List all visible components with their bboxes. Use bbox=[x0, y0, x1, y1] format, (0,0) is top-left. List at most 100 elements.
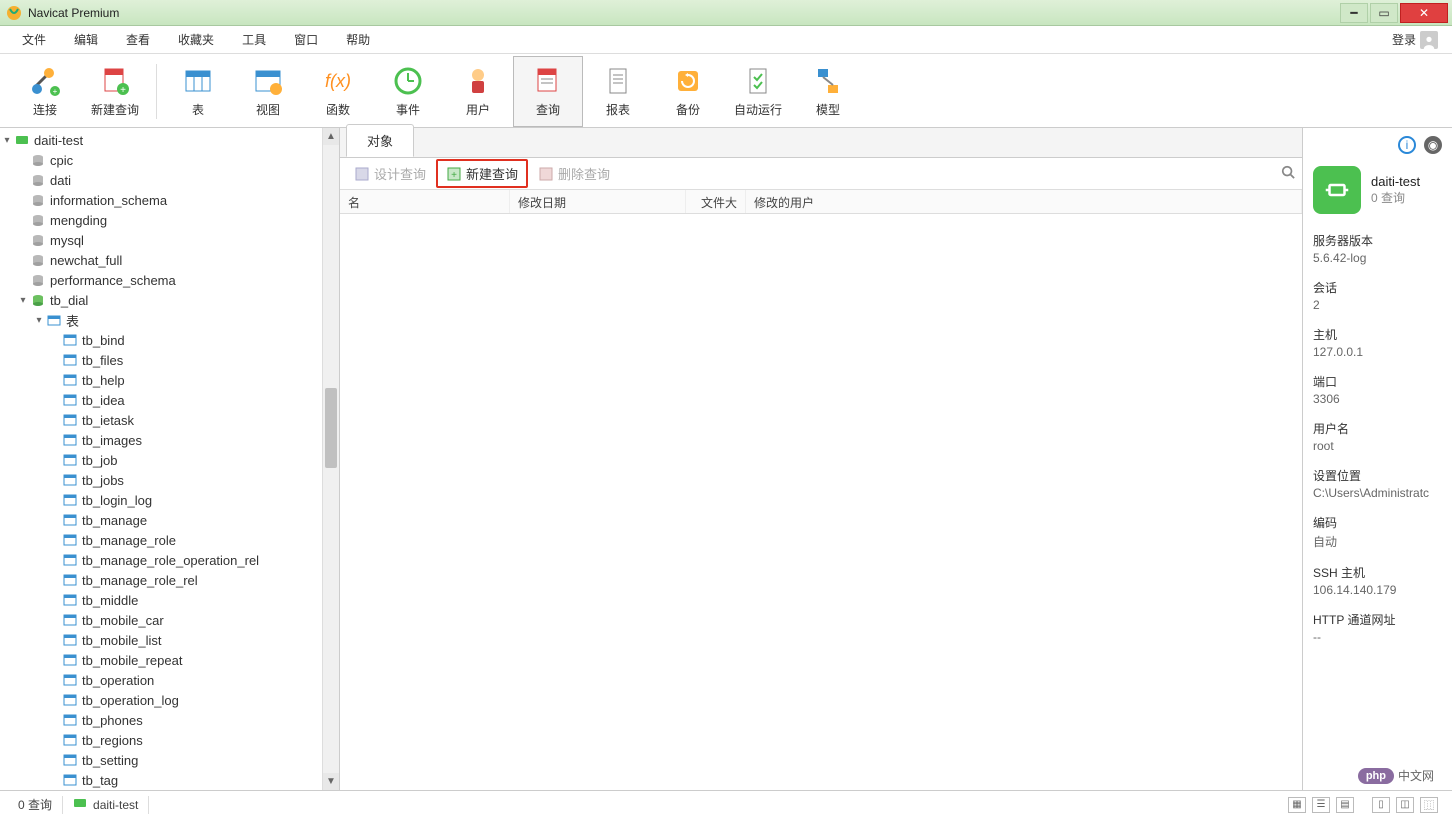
tree-table-tb_operation_log[interactable]: tb_operation_log bbox=[0, 690, 322, 710]
sidebar: ▾daiti-testcpicdatiinformation_schemamen… bbox=[0, 128, 340, 790]
watermark-text: 中文网 bbox=[1398, 767, 1434, 784]
tree-db-tb_dial[interactable]: ▾tb_dial bbox=[0, 290, 322, 310]
toolbar-report-button[interactable]: 报表 bbox=[583, 56, 653, 127]
login-link[interactable]: 登录 bbox=[1386, 29, 1444, 51]
model-icon bbox=[812, 65, 844, 97]
tree-table-tb_jobs[interactable]: tb_jobs bbox=[0, 470, 322, 490]
scroll-thumb[interactable] bbox=[325, 388, 337, 468]
tree-table-tb_manage[interactable]: tb_manage bbox=[0, 510, 322, 530]
toolbar-event-button[interactable]: 事件 bbox=[373, 56, 443, 127]
tree-table-tb_login_log[interactable]: tb_login_log bbox=[0, 490, 322, 510]
tree-db-mengding[interactable]: mengding bbox=[0, 210, 322, 230]
view-icon bbox=[252, 65, 284, 97]
tree-table-tb_mobile_repeat[interactable]: tb_mobile_repeat bbox=[0, 650, 322, 670]
main-toolbar: +连接+新建查询表 视图f(x)函数事件用户查询报表备份自动运行模型 bbox=[0, 54, 1452, 128]
menu-edit[interactable]: 编辑 bbox=[60, 27, 112, 52]
tree-table-tb_manage_role_rel[interactable]: tb_manage_role_rel bbox=[0, 570, 322, 590]
toolbar-view-button[interactable]: 视图 bbox=[233, 56, 303, 127]
tree-table-tb_idea[interactable]: tb_idea bbox=[0, 390, 322, 410]
design-query-button[interactable]: 设计查询 bbox=[346, 161, 434, 186]
tree-table-tb_regions[interactable]: tb_regions bbox=[0, 730, 322, 750]
tree-table-tb_middle[interactable]: tb_middle bbox=[0, 590, 322, 610]
info-panel: i ◉ daiti-test 0 查询 服务器版本5.6.42-log会话2主机… bbox=[1302, 128, 1452, 790]
col-modified-user[interactable]: 修改的用户 bbox=[746, 190, 1302, 213]
tree-table-tb_setting[interactable]: tb_setting bbox=[0, 750, 322, 770]
delete-query-button[interactable]: 删除查询 bbox=[530, 161, 618, 186]
layout-3-icon[interactable]: ⿲ bbox=[1420, 797, 1438, 813]
tree-tables-folder[interactable]: ▾表 bbox=[0, 310, 322, 330]
info-icon[interactable]: i bbox=[1398, 136, 1416, 154]
search-icon[interactable] bbox=[1280, 165, 1296, 182]
login-label: 登录 bbox=[1392, 31, 1416, 48]
status-conn-name: daiti-test bbox=[93, 798, 138, 812]
layout-1-icon[interactable]: ▯ bbox=[1372, 797, 1390, 813]
status-connection: daiti-test bbox=[63, 796, 148, 813]
tree-db-information_schema[interactable]: information_schema bbox=[0, 190, 322, 210]
tree-table-tb_phones[interactable]: tb_phones bbox=[0, 710, 322, 730]
scroll-down-icon[interactable]: ▼ bbox=[323, 773, 339, 790]
view-grid-icon[interactable]: ▦ bbox=[1288, 797, 1306, 813]
tree-db-performance_schema[interactable]: performance_schema bbox=[0, 270, 322, 290]
toolbar-backup-button[interactable]: 备份 bbox=[653, 56, 723, 127]
tree-table-tb_files[interactable]: tb_files bbox=[0, 350, 322, 370]
connection-icon bbox=[1313, 166, 1361, 214]
col-name[interactable]: 名 bbox=[340, 190, 510, 213]
toolbar-table-label: 表 bbox=[192, 101, 204, 118]
menu-help[interactable]: 帮助 bbox=[332, 27, 384, 52]
minimize-button[interactable]: ━ bbox=[1340, 3, 1368, 23]
toolbar-new-query-button[interactable]: +新建查询 bbox=[80, 56, 150, 127]
tree-table-tb_job[interactable]: tb_job bbox=[0, 450, 322, 470]
tree-db-mysql[interactable]: mysql bbox=[0, 230, 322, 250]
tree-table-tb_ietask[interactable]: tb_ietask bbox=[0, 410, 322, 430]
query-icon bbox=[532, 65, 564, 97]
menu-favorites[interactable]: 收藏夹 bbox=[164, 27, 228, 52]
tree-db-dati[interactable]: dati bbox=[0, 170, 322, 190]
function-icon: f(x) bbox=[322, 65, 354, 97]
connection-tree[interactable]: ▾daiti-testcpicdatiinformation_schemamen… bbox=[0, 128, 322, 790]
view-detail-icon[interactable]: ▤ bbox=[1336, 797, 1354, 813]
new-query-button[interactable]: + 新建查询 bbox=[436, 159, 528, 188]
tree-table-tb_bind[interactable]: tb_bind bbox=[0, 330, 322, 350]
info-编码: 编码自动 bbox=[1313, 514, 1442, 550]
tree-db-newchat_full[interactable]: newchat_full bbox=[0, 250, 322, 270]
col-modified-date[interactable]: 修改日期 bbox=[510, 190, 686, 213]
delete-icon bbox=[538, 166, 554, 182]
tab-objects[interactable]: 对象 bbox=[346, 124, 414, 157]
close-button[interactable]: ✕ bbox=[1400, 3, 1448, 23]
status-bar: 0 查询 daiti-test ▦ ☰ ▤ ▯ ◫ ⿲ bbox=[0, 790, 1452, 818]
sidebar-scrollbar[interactable]: ▲ ▼ bbox=[322, 128, 339, 790]
info-服务器版本: 服务器版本5.6.42-log bbox=[1313, 232, 1442, 265]
toolbar-query-button[interactable]: 查询 bbox=[513, 56, 583, 127]
svg-text:+: + bbox=[451, 170, 457, 181]
menu-file[interactable]: 文件 bbox=[8, 27, 60, 52]
tree-db-cpic[interactable]: cpic bbox=[0, 150, 322, 170]
tree-table-tb_manage_role_operation_rel[interactable]: tb_manage_role_operation_rel bbox=[0, 550, 322, 570]
tree-table-tb_tag[interactable]: tb_tag bbox=[0, 770, 322, 790]
toolbar-model-button[interactable]: 模型 bbox=[793, 56, 863, 127]
tree-connection[interactable]: ▾daiti-test bbox=[0, 130, 322, 150]
toolbar-auto-button[interactable]: 自动运行 bbox=[723, 56, 793, 127]
eye-icon[interactable]: ◉ bbox=[1424, 136, 1442, 154]
tree-table-tb_images[interactable]: tb_images bbox=[0, 430, 322, 450]
toolbar-connect-button[interactable]: +连接 bbox=[10, 56, 80, 127]
toolbar-table-button[interactable]: 表 bbox=[163, 56, 233, 127]
menu-view[interactable]: 查看 bbox=[112, 27, 164, 52]
tree-table-tb_operation[interactable]: tb_operation bbox=[0, 670, 322, 690]
toolbar-user-button[interactable]: 用户 bbox=[443, 56, 513, 127]
tree-table-tb_manage_role[interactable]: tb_manage_role bbox=[0, 530, 322, 550]
new-query-label: 新建查询 bbox=[466, 164, 518, 183]
info-HTTP 通道网址: HTTP 通道网址-- bbox=[1313, 611, 1442, 644]
toolbar-function-button[interactable]: f(x)函数 bbox=[303, 56, 373, 127]
scroll-up-icon[interactable]: ▲ bbox=[323, 128, 339, 145]
layout-2-icon[interactable]: ◫ bbox=[1396, 797, 1414, 813]
menu-tools[interactable]: 工具 bbox=[228, 27, 280, 52]
maximize-button[interactable]: ▭ bbox=[1370, 3, 1398, 23]
info-会话: 会话2 bbox=[1313, 279, 1442, 312]
tree-table-tb_help[interactable]: tb_help bbox=[0, 370, 322, 390]
tree-table-tb_mobile_list[interactable]: tb_mobile_list bbox=[0, 630, 322, 650]
view-list-icon[interactable]: ☰ bbox=[1312, 797, 1330, 813]
col-file-size[interactable]: 文件大小 bbox=[686, 190, 746, 213]
tree-table-tb_mobile_car[interactable]: tb_mobile_car bbox=[0, 610, 322, 630]
toolbar-auto-label: 自动运行 bbox=[734, 101, 782, 118]
menu-window[interactable]: 窗口 bbox=[280, 27, 332, 52]
